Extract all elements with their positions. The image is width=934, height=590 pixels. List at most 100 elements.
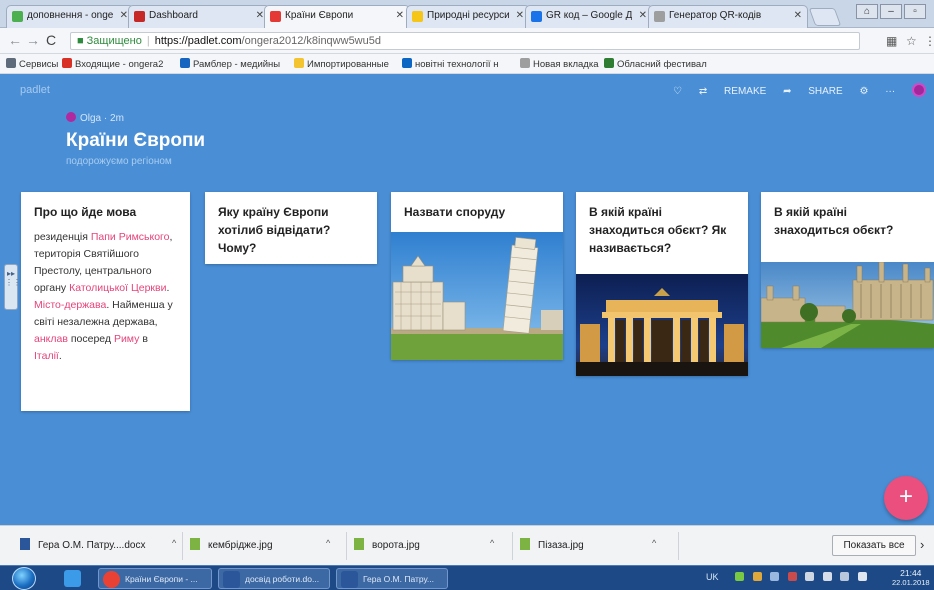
forward-icon[interactable]: → [26, 32, 40, 48]
close-icon[interactable]: ✕ [639, 10, 647, 21]
bookmark-item[interactable]: Обласний фестивал [604, 58, 707, 70]
gear-icon[interactable]: ⚙ [859, 86, 868, 97]
reload-icon[interactable]: C [46, 32, 56, 48]
bookmark-item[interactable]: Рамблер - медийны [180, 58, 280, 70]
tab-3[interactable]: Природні ресурси сві ✕ [406, 5, 530, 28]
bookmark-item[interactable]: Сервисы [6, 58, 58, 70]
avatar[interactable] [912, 83, 926, 97]
post-card[interactable]: Назвати споруду [391, 192, 563, 360]
browser-tabstrip: доповнення - ongera ✕ Dashboard ✕ Країни… [0, 0, 934, 29]
post-link[interactable]: Італії [34, 350, 59, 362]
cambridge-college-image[interactable] [761, 262, 934, 348]
flag-icon[interactable] [805, 572, 815, 581]
close-icon[interactable]: ✕ [794, 10, 802, 21]
tray-app-icon[interactable] [735, 572, 745, 581]
post-link[interactable]: анклав [34, 333, 68, 345]
taskbar-app[interactable]: досвід роботи.do... [218, 568, 330, 589]
volume-icon[interactable] [857, 572, 867, 581]
bookmark-label: новітні технології н [415, 59, 499, 70]
clock[interactable]: 21:44 22.01.2018 [892, 568, 930, 588]
menu-icon[interactable]: ⋮ [924, 34, 934, 48]
padlet-board: padlet ♡ ⇄ REMAKE ➦ SHARE ⚙ ··· Olga · 2… [0, 74, 934, 525]
remake-button[interactable]: ⇄ REMAKE [699, 86, 766, 97]
post-card[interactable]: В якій країні знаходиться обєкт? [761, 192, 934, 348]
close-icon[interactable]: ✕ [516, 10, 524, 21]
url-input[interactable]: ■ Защищено | https://padlet.com/ongera2012/… [70, 32, 860, 50]
chevron-up-icon[interactable]: ^ [652, 538, 656, 548]
download-label: ворота.jpg [372, 540, 420, 551]
tray-app-icon[interactable] [787, 572, 797, 581]
brandenburg-gate-image[interactable] [576, 274, 748, 376]
taskbar-app[interactable] [56, 568, 90, 589]
download-item[interactable]: Пізаза.jpg ^ [520, 538, 670, 551]
chevron-up-icon[interactable]: ^ [172, 538, 176, 548]
tab-1[interactable]: Dashboard ✕ [128, 5, 270, 28]
tab-5[interactable]: Генератор QR-кодів ✕ [648, 5, 808, 28]
taskbar-app[interactable]: Гера О.М. Патру... [336, 568, 448, 589]
url-separator: | [146, 35, 150, 47]
chevron-up-icon[interactable]: ^ [326, 538, 330, 548]
back-icon[interactable]: ← [8, 32, 22, 48]
signal-icon[interactable] [840, 572, 850, 581]
tray-app-icon[interactable] [752, 572, 762, 581]
download-label: Пізаза.jpg [538, 540, 584, 551]
side-panel-toggle[interactable]: ▸▸ ⋮⋮ [4, 264, 21, 310]
download-item[interactable]: Гера О.М. Патру....docx ^ [20, 538, 190, 551]
network-icon[interactable] [822, 572, 832, 581]
post-card[interactable]: В якій країні знаходиться обєкт? Як нази… [576, 192, 748, 376]
chevron-up-icon[interactable]: ^ [490, 538, 494, 548]
favicon-icon [654, 11, 665, 22]
bookmark-item[interactable]: Входящие - ongera2 [62, 58, 163, 70]
download-label: кембрідже.jpg [208, 540, 273, 551]
show-all-downloads-button[interactable]: Показать все [832, 535, 916, 556]
close-icon[interactable]: › [920, 537, 924, 552]
windows-taskbar: Країни Європи - ... досвід роботи.do... … [0, 565, 934, 590]
post-card[interactable]: Яку країну Європи хотілиб відвідати? Чом… [205, 192, 377, 264]
tray-app-icon[interactable] [770, 572, 780, 581]
tab-0[interactable]: доповнення - ongera ✕ [6, 5, 134, 28]
tab-2-active[interactable]: Країни Європи ✕ [264, 5, 410, 29]
post-title: Про що йде мова [34, 205, 137, 219]
download-item[interactable]: кембрідже.jpg ^ [190, 538, 340, 551]
tab-label: Генератор QR-кодів [669, 10, 762, 21]
post-link[interactable]: Папи Римського [91, 231, 170, 243]
post-card[interactable]: Про що йде мова резиденція Папи Римськог… [21, 192, 190, 411]
post-link[interactable]: Католицької Церкви [69, 282, 166, 294]
minimize-icon[interactable]: – [880, 4, 902, 19]
close-icon[interactable]: ✕ [120, 10, 128, 21]
new-tab-button[interactable] [808, 8, 842, 26]
star-icon[interactable]: ☆ [906, 34, 917, 48]
page-icon [520, 58, 530, 68]
tab-label: Природні ресурси сві [427, 10, 509, 21]
download-label: Гера О.М. Патру....docx [38, 540, 146, 551]
language-indicator[interactable]: UK [706, 572, 719, 582]
tab-label: Країни Європи [285, 10, 354, 21]
post-link[interactable]: Риму [114, 333, 139, 345]
tab-4[interactable]: GR код – Google Диск ✕ [525, 5, 653, 28]
bookmark-item[interactable]: новітні технології н [402, 58, 498, 70]
taskbar-app[interactable]: Країни Європи - ... [98, 568, 212, 589]
bookmark-item[interactable]: Новая вкладка [520, 58, 598, 70]
favicon-icon [12, 11, 23, 22]
linkedin-icon [402, 58, 412, 68]
more-icon[interactable]: ··· [885, 86, 895, 97]
tab-label: GR код – Google Диск [546, 10, 632, 21]
pisa-tower-image[interactable] [391, 232, 563, 360]
heart-icon[interactable]: ♡ [673, 86, 682, 97]
user-icon[interactable]: ⌂ [856, 4, 878, 19]
post-body: резиденція Папи Римського, територія Свя… [21, 229, 190, 377]
share-button[interactable]: ➦ SHARE [783, 86, 843, 97]
start-button[interactable] [12, 567, 36, 590]
add-post-button[interactable]: + [884, 476, 928, 520]
post-link[interactable]: Місто-держава [34, 299, 106, 311]
word-icon [341, 571, 358, 588]
translate-icon[interactable]: ▦ [886, 34, 897, 48]
close-icon[interactable]: ✕ [396, 10, 404, 21]
author-line: Olga · 2m [66, 112, 124, 124]
download-item[interactable]: ворота.jpg ^ [354, 538, 504, 551]
maximize-icon[interactable]: ▫ [904, 4, 926, 19]
padlet-logo[interactable]: padlet [20, 84, 50, 96]
close-icon[interactable]: ✕ [256, 10, 264, 21]
post-text: в [139, 333, 148, 345]
bookmark-item[interactable]: Импортированные [294, 58, 389, 70]
